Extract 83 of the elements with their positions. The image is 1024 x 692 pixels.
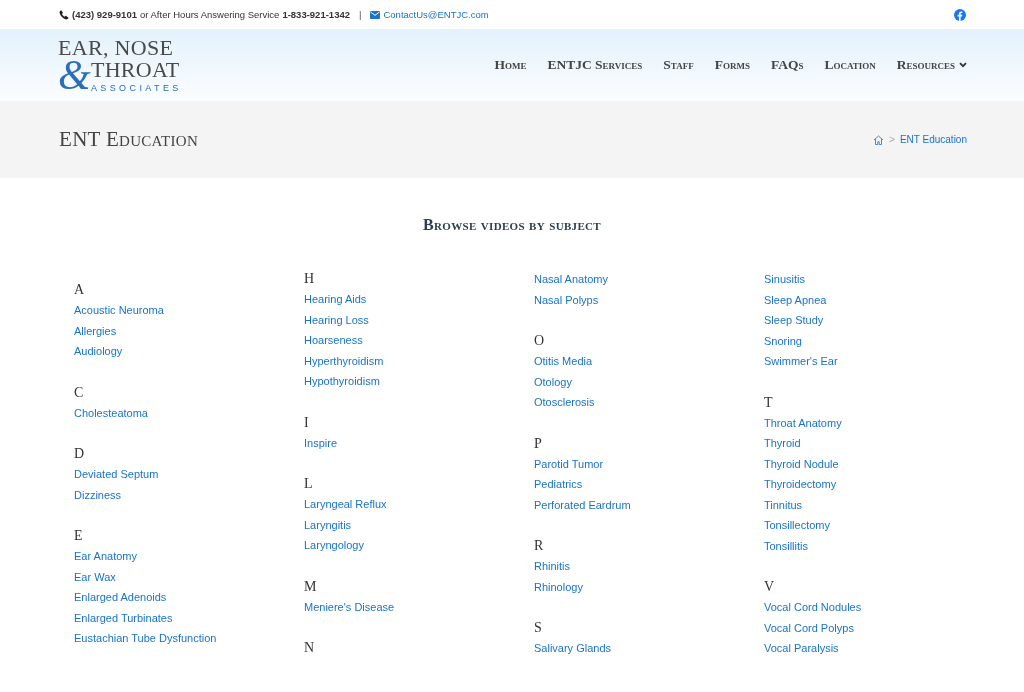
- subject-link[interactable]: Inspire: [304, 432, 338, 453]
- subject-link[interactable]: Enlarged Turbinates: [74, 607, 173, 628]
- subject-link[interactable]: Eustachian Tube Dysfunction: [74, 628, 217, 649]
- subject-link[interactable]: Tonsillectomy: [764, 515, 831, 536]
- letter-heading: C: [74, 383, 85, 402]
- subject-link[interactable]: Tonsillitis: [764, 535, 808, 556]
- phone-icon: [59, 9, 69, 20]
- subject-link[interactable]: Deviated Septum: [74, 464, 159, 485]
- subject-link[interactable]: Vocal Cord Polyps: [764, 617, 854, 638]
- letter-heading: M: [304, 577, 318, 596]
- after-hours-phone: 1-833-921-1342: [282, 9, 350, 20]
- subject-link[interactable]: Sleep Study: [764, 310, 824, 331]
- letter-heading: T: [764, 393, 774, 412]
- subject-link[interactable]: Ear Wax: [74, 566, 116, 587]
- home-icon[interactable]: [873, 134, 885, 145]
- nav-link[interactable]: Location: [824, 57, 876, 73]
- page-title: ENT Education: [59, 127, 199, 152]
- subject-link[interactable]: Rhinology: [534, 576, 583, 597]
- letter-heading: V: [764, 578, 776, 596]
- after-hours-label: or After Hours Answering Service: [139, 9, 280, 20]
- section-heading: Browse videos by subject: [422, 216, 602, 234]
- phone-number: (423) 929-9101: [72, 9, 137, 20]
- subject-link[interactable]: Hoarseness: [304, 330, 363, 351]
- letter-heading: S: [534, 619, 543, 637]
- nav-link[interactable]: Staff: [663, 57, 694, 73]
- letter-heading: R: [534, 537, 545, 555]
- facebook-icon[interactable]: [954, 8, 966, 21]
- nav-link[interactable]: ENTJC Services: [547, 57, 643, 73]
- breadcrumb-separator: >: [889, 134, 895, 145]
- letter-heading: I: [304, 413, 310, 432]
- subject-link[interactable]: Laryngeal Reflux: [304, 494, 387, 515]
- subject-link[interactable]: Throat Anatomy: [764, 412, 842, 433]
- subject-link[interactable]: Audiology: [74, 341, 123, 362]
- subject-link[interactable]: Ear Anatomy: [74, 546, 137, 567]
- subject-link[interactable]: Hearing Aids: [304, 289, 367, 310]
- subject-link[interactable]: Acoustic Neuroma: [74, 300, 164, 321]
- subject-link[interactable]: Enlarged Adenoids: [74, 587, 167, 608]
- subject-link[interactable]: Otology: [534, 371, 572, 392]
- subject-link[interactable]: Pediatrics: [534, 474, 583, 495]
- letter-heading: N: [304, 639, 316, 657]
- subject-link[interactable]: Laryngitis: [304, 514, 352, 535]
- subject-link[interactable]: Dizziness: [74, 484, 122, 505]
- subject-link[interactable]: Nasal Polyps: [534, 289, 599, 310]
- separator: |: [359, 9, 362, 20]
- breadcrumb-current[interactable]: ENT Education: [899, 134, 967, 145]
- subject-link[interactable]: Vocal Cord Nodules: [764, 597, 862, 618]
- subject-link[interactable]: Rhinitis: [534, 556, 571, 577]
- subject-link[interactable]: Allergies: [74, 320, 117, 341]
- letter-heading: D: [74, 445, 86, 463]
- subject-link[interactable]: Sinusitis: [764, 269, 805, 290]
- letter-heading: E: [74, 527, 84, 545]
- subject-link[interactable]: Swimmer's Ear: [764, 351, 838, 372]
- email-link[interactable]: ContactUs@ENTJC.com: [370, 9, 489, 20]
- subject-link[interactable]: Otosclerosis: [534, 392, 595, 413]
- subject-link[interactable]: Tinnitus: [764, 494, 803, 515]
- envelope-icon: [370, 10, 381, 19]
- subject-link[interactable]: Thyroid Nodule: [764, 453, 839, 474]
- subject-link[interactable]: Thyroidectomy: [764, 474, 837, 495]
- subject-link[interactable]: Otitis Media: [534, 351, 593, 372]
- subject-link[interactable]: Perforated Eardrum: [534, 494, 631, 515]
- subject-link[interactable]: Salivary Glands: [534, 638, 612, 659]
- letter-heading: O: [534, 332, 546, 350]
- subject-link[interactable]: Hypothyroidism: [304, 371, 380, 392]
- subject-link[interactable]: Thyroid: [764, 433, 801, 454]
- letter-heading: A: [74, 281, 86, 299]
- nav-link[interactable]: Forms: [714, 57, 750, 73]
- subject-link[interactable]: Laryngology: [304, 535, 364, 556]
- nav-link[interactable]: FAQs: [770, 57, 804, 73]
- subject-link[interactable]: Nasal Anatomy: [534, 269, 608, 290]
- subject-link[interactable]: Meniere's Disease: [304, 596, 395, 617]
- subject-link[interactable]: Hearing Loss: [304, 309, 369, 330]
- letter-heading: P: [534, 434, 543, 453]
- chevron-down-icon: [959, 62, 967, 68]
- subject-link[interactable]: Sleep Apnea: [764, 289, 827, 310]
- letter-heading: L: [304, 475, 314, 493]
- subject-link[interactable]: Cholesteatoma: [74, 402, 148, 423]
- letter-heading: H: [304, 270, 316, 288]
- nav-link[interactable]: Home: [494, 57, 527, 73]
- subject-link[interactable]: Snoring: [764, 330, 802, 351]
- subject-link[interactable]: Hyperthyroidism: [304, 350, 384, 371]
- nav-link[interactable]: Resources: [896, 57, 967, 73]
- subject-link[interactable]: Vocal Paralysis: [764, 638, 839, 659]
- subject-link[interactable]: Parotid Tumor: [534, 453, 604, 474]
